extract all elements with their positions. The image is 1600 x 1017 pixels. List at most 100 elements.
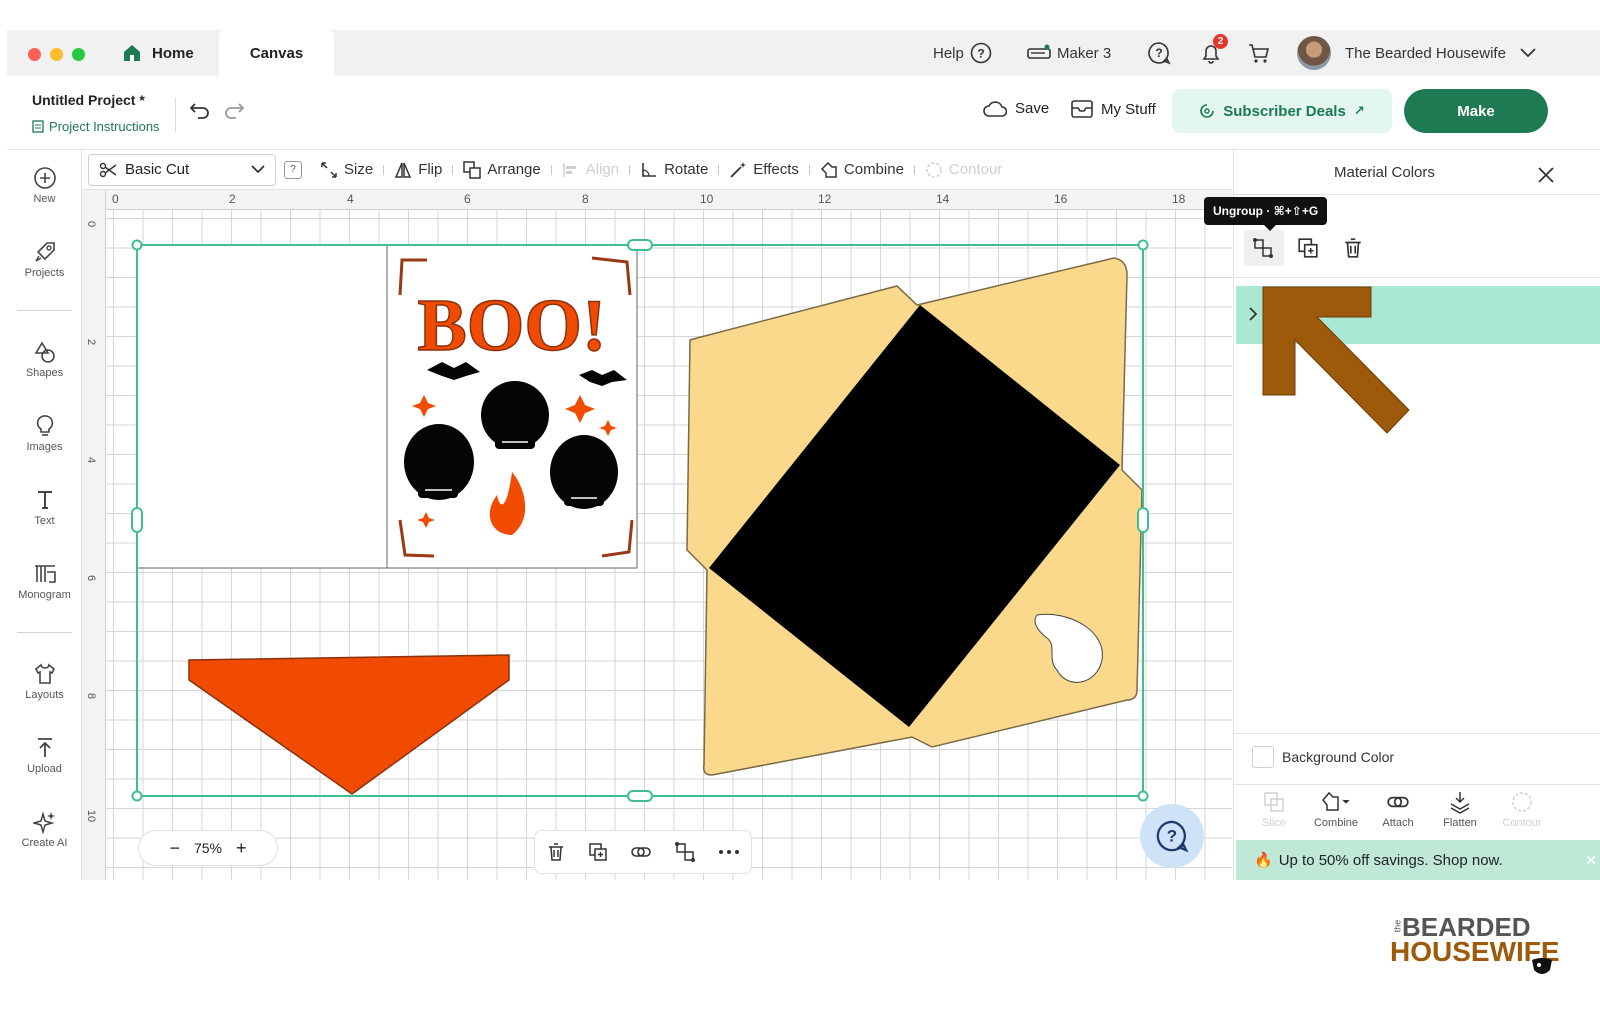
tab-canvas[interactable]: Canvas xyxy=(219,30,334,76)
rocket-icon xyxy=(34,242,55,262)
header-divider xyxy=(175,98,176,132)
project-instructions-link[interactable]: Project Instructions xyxy=(32,119,160,134)
flip-icon xyxy=(395,162,412,178)
contour-icon xyxy=(926,161,942,178)
promo-banner[interactable]: 🔥 Up to 50% off savings. Shop now. ✕ xyxy=(1236,840,1600,880)
panel-divider xyxy=(1234,194,1600,195)
title-bar: Home Canvas Help ? Maker 3 ? 2 The Beard… xyxy=(7,30,1600,76)
arrange-tool[interactable]: Arrange xyxy=(453,160,550,179)
flatten-button[interactable]: Flatten xyxy=(1430,790,1490,829)
sidebar-item-shapes[interactable]: Shapes xyxy=(7,340,82,379)
save-button[interactable]: Save xyxy=(983,100,1049,117)
make-button[interactable]: Make xyxy=(1404,89,1548,133)
sidebar-item-create-ai[interactable]: Create AI xyxy=(7,810,82,849)
chevron-right-icon[interactable] xyxy=(1248,307,1258,321)
sidebar-item-projects[interactable]: Projects xyxy=(7,240,82,279)
tab-home[interactable]: Home xyxy=(122,30,194,76)
operation-help-badge[interactable]: ? xyxy=(284,160,302,179)
zoom-out-button[interactable]: − xyxy=(169,838,180,859)
support-button[interactable]: ? xyxy=(1147,40,1171,66)
operation-label: Basic Cut xyxy=(125,161,190,178)
sidebar-item-new[interactable]: New xyxy=(7,166,82,205)
design-canvas[interactable]: 0 2 4 6 8 10 12 14 16 18 0 2 4 6 8 10 BO… xyxy=(82,190,1232,880)
help-button[interactable]: Help ? xyxy=(933,40,992,66)
attach-button[interactable]: Attach xyxy=(1368,790,1428,829)
sidebar-item-monogram[interactable]: Monogram xyxy=(7,562,82,601)
background-color-swatch[interactable] xyxy=(1252,746,1274,768)
slice-label: Slice xyxy=(1262,817,1286,829)
notification-badge: 2 xyxy=(1213,34,1228,49)
effects-tool[interactable]: Effects xyxy=(719,161,809,179)
combine-label: Combine xyxy=(843,161,904,178)
align-tool[interactable]: Align xyxy=(552,161,629,179)
shapes-icon xyxy=(34,341,55,363)
zoom-control: − 75% + xyxy=(138,830,278,866)
watermark-logo: the BEARDED HOUSEWIFE xyxy=(1390,912,1560,992)
user-name: The Bearded Housewife xyxy=(1345,44,1506,62)
contour-button[interactable]: Contour xyxy=(1492,790,1552,829)
edit-toolbar: Basic Cut ? Size Flip Arrange Align Rota… xyxy=(82,150,1232,190)
contour-label: Contour xyxy=(948,161,1003,178)
tab-canvas-label: Canvas xyxy=(249,44,304,62)
attach-icon[interactable] xyxy=(630,842,652,862)
promo-text: Up to 50% off savings. Shop now. xyxy=(1278,851,1503,869)
make-label: Make xyxy=(1457,102,1495,120)
zoom-window-button[interactable] xyxy=(72,48,85,61)
orange-flap[interactable] xyxy=(188,654,510,795)
size-tool[interactable]: Size xyxy=(310,161,383,179)
help-label: Help xyxy=(933,44,964,62)
contour-tool[interactable]: Contour xyxy=(915,161,1012,179)
rotate-label: Rotate xyxy=(664,161,709,178)
operation-select[interactable]: Basic Cut xyxy=(88,153,276,186)
combine-tool[interactable]: Combine xyxy=(810,161,914,179)
chevron-down-icon xyxy=(251,165,265,174)
design-artwork: BOO! xyxy=(131,239,1149,802)
close-icon[interactable]: ✕ xyxy=(1585,852,1597,869)
document-icon xyxy=(32,120,44,133)
zoom-in-button[interactable]: + xyxy=(236,838,247,859)
subscriber-deals-button[interactable]: Subscriber Deals ↗ xyxy=(1172,89,1392,133)
duplicate-icon[interactable] xyxy=(588,842,608,862)
redo-icon[interactable] xyxy=(223,101,245,119)
my-stuff-button[interactable]: My Stuff xyxy=(1071,100,1156,118)
undo-icon[interactable] xyxy=(189,101,211,119)
cart-icon xyxy=(1249,44,1270,63)
trash-icon[interactable] xyxy=(546,842,566,862)
rotate-tool[interactable]: Rotate xyxy=(630,161,718,179)
boo-text[interactable]: BOO! xyxy=(417,284,608,368)
flatten-label: Flatten xyxy=(1443,817,1477,829)
cart-button[interactable] xyxy=(1247,40,1271,66)
combine-button[interactable]: Combine xyxy=(1306,790,1366,829)
flip-label: Flip xyxy=(418,161,443,178)
scissors-icon xyxy=(99,162,117,177)
sidebar-item-layouts[interactable]: Layouts xyxy=(7,662,82,701)
more-options-icon[interactable] xyxy=(718,849,740,855)
effects-label: Effects xyxy=(753,161,799,178)
sidebar-item-text[interactable]: Text xyxy=(7,488,82,527)
ungroup-icon[interactable] xyxy=(1252,237,1274,259)
close-icon[interactable] xyxy=(1537,166,1555,184)
machine-selector[interactable]: Maker 3 xyxy=(1027,40,1111,66)
slice-button[interactable]: Slice xyxy=(1244,790,1304,829)
trash-icon[interactable] xyxy=(1342,237,1364,259)
sidebar-item-label: Images xyxy=(26,441,63,453)
monogram-icon xyxy=(34,565,56,583)
text-icon xyxy=(37,491,52,509)
sidebar-item-upload[interactable]: Upload xyxy=(7,736,82,775)
ungroup-tooltip: Ungroup · ⌘+⇧+G xyxy=(1204,197,1328,225)
minimize-window-button[interactable] xyxy=(50,48,63,61)
sidebar-item-images[interactable]: Images xyxy=(7,414,82,453)
close-window-button[interactable] xyxy=(28,48,41,61)
project-title[interactable]: Untitled Project * xyxy=(32,92,145,108)
notifications-button[interactable]: 2 xyxy=(1199,34,1228,66)
fire-icon: 🔥 xyxy=(1254,852,1273,869)
avatar xyxy=(1297,36,1331,70)
ungroup-icon[interactable] xyxy=(674,841,696,863)
watermark-small-text: the xyxy=(1392,919,1403,933)
plus-circle-icon xyxy=(33,167,56,189)
user-menu[interactable]: The Bearded Housewife xyxy=(1297,36,1536,70)
duplicate-icon[interactable] xyxy=(1297,237,1319,259)
help-fab[interactable]: ? xyxy=(1140,804,1204,868)
flip-tool[interactable]: Flip xyxy=(384,161,452,179)
project-instructions-label: Project Instructions xyxy=(49,119,160,134)
